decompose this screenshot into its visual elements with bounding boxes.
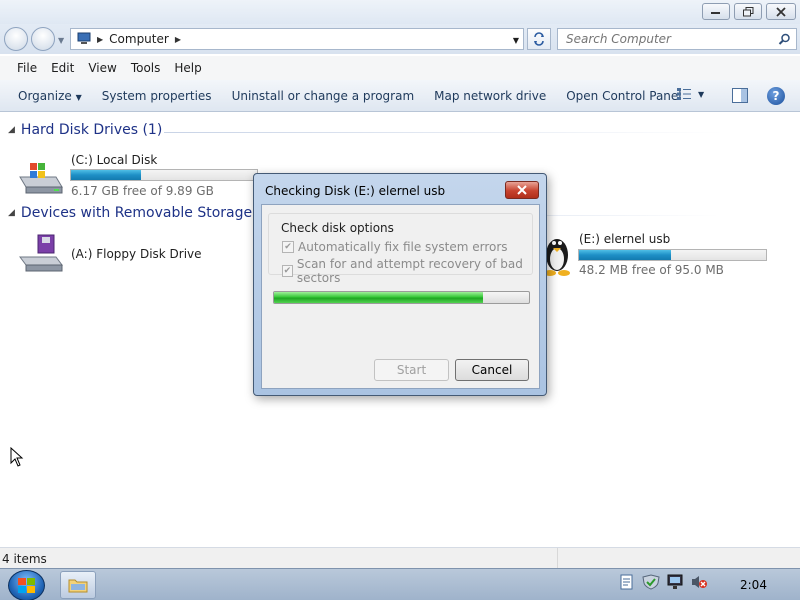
status-bar: 4 items bbox=[0, 547, 800, 569]
window-title-bar bbox=[0, 0, 800, 24]
restore-icon bbox=[742, 6, 753, 16]
network-icon[interactable] bbox=[666, 573, 684, 591]
checkbox[interactable]: ✔ bbox=[282, 241, 294, 253]
map-network-drive-button[interactable]: Map network drive bbox=[424, 89, 556, 103]
dialog-title: Checking Disk (E:) elernel usb bbox=[265, 184, 446, 198]
address-dropdown-icon[interactable]: ▼ bbox=[513, 36, 519, 45]
start-button[interactable] bbox=[8, 570, 45, 600]
change-view-button[interactable]: ▼ bbox=[676, 87, 704, 101]
group-title: Devices with Removable Storage (3) bbox=[20, 205, 277, 221]
minimize-button[interactable] bbox=[702, 3, 730, 20]
notes-icon[interactable] bbox=[618, 573, 636, 591]
navigation-bar: ▼ ▶ Computer ▶ ▼ bbox=[0, 24, 800, 54]
menu-tools[interactable]: Tools bbox=[124, 59, 168, 77]
address-bar[interactable]: ▶ Computer ▶ ▼ bbox=[70, 28, 524, 50]
system-properties-button[interactable]: System properties bbox=[92, 89, 222, 103]
computer-icon bbox=[77, 32, 91, 44]
close-window-button[interactable] bbox=[766, 3, 796, 20]
back-button[interactable] bbox=[4, 27, 28, 51]
item-count: 4 items bbox=[2, 552, 47, 566]
option-scan-sectors[interactable]: ✔ Scan for and attempt recovery of bad s… bbox=[282, 257, 539, 285]
group-title: Hard Disk Drives (1) bbox=[20, 122, 163, 138]
options-group-title: Check disk options bbox=[281, 221, 394, 235]
drive-usage-fill bbox=[579, 250, 672, 260]
organize-label: Organize bbox=[18, 88, 72, 103]
group-header-hard-disks[interactable]: ◢ Hard Disk Drives (1) bbox=[8, 122, 162, 138]
progress-bar bbox=[273, 291, 530, 304]
windows-logo-icon bbox=[17, 577, 35, 593]
drive-name: (A:) Floppy Disk Drive bbox=[71, 247, 202, 261]
drive-free-space: 6.17 GB free of 9.89 GB bbox=[71, 184, 214, 198]
status-divider bbox=[557, 548, 558, 569]
cancel-button[interactable]: Cancel bbox=[455, 359, 529, 381]
taskbar-explorer-button[interactable] bbox=[60, 571, 96, 599]
breadcrumb-separator[interactable]: ▶ bbox=[97, 35, 103, 44]
forward-button[interactable] bbox=[31, 27, 55, 51]
menu-edit[interactable]: Edit bbox=[44, 59, 81, 77]
breadcrumb-item[interactable]: Computer bbox=[109, 32, 169, 46]
clock[interactable]: 2:04 bbox=[740, 578, 767, 592]
group-header-removable[interactable]: ◢ Devices with Removable Storage (3) bbox=[8, 205, 276, 221]
maximize-button[interactable] bbox=[734, 3, 762, 20]
drive-name: (C:) Local Disk bbox=[71, 153, 158, 167]
refresh-icon bbox=[534, 32, 544, 46]
help-icon[interactable]: ? bbox=[767, 87, 785, 105]
drive-free-space: 48.2 MB free of 95.0 MB bbox=[579, 263, 724, 277]
folder-icon bbox=[68, 579, 88, 593]
hard-disk-icon bbox=[19, 163, 63, 194]
command-bar: Organize ▼ System properties Uninstall o… bbox=[0, 80, 800, 112]
option-label: Scan for and attempt recovery of bad sec… bbox=[296, 257, 523, 285]
progress-fill bbox=[274, 292, 484, 303]
breadcrumb-separator[interactable]: ▶ bbox=[175, 35, 181, 44]
floppy-drive-icon bbox=[19, 234, 63, 272]
recent-pages-icon[interactable]: ▼ bbox=[58, 36, 64, 45]
menu-help[interactable]: Help bbox=[167, 59, 208, 77]
group-divider bbox=[164, 132, 724, 133]
menu-bar: File Edit View Tools Help bbox=[0, 56, 800, 80]
drive-usage-fill bbox=[71, 170, 141, 180]
minimize-icon bbox=[711, 11, 720, 14]
drive-c[interactable]: (C:) Local Disk 6.17 GB free of 9.89 GB bbox=[14, 153, 264, 203]
search-input[interactable] bbox=[566, 32, 766, 46]
search-box[interactable] bbox=[557, 28, 797, 50]
system-tray bbox=[618, 573, 708, 591]
option-label: Automatically fix file system errors bbox=[298, 240, 508, 254]
preview-pane-icon[interactable] bbox=[732, 88, 748, 103]
collapse-icon: ◢ bbox=[8, 125, 15, 135]
collapse-icon: ◢ bbox=[8, 208, 15, 218]
start-button[interactable]: Start bbox=[374, 359, 449, 381]
drive-usage-bar bbox=[578, 249, 767, 261]
check-disk-dialog: Checking Disk (E:) elernel usb Check dis… bbox=[253, 173, 547, 396]
volume-muted-icon[interactable] bbox=[690, 573, 708, 591]
taskbar: 2:04 bbox=[0, 568, 800, 600]
dialog-body: Check disk options ✔ Automatically fix f… bbox=[261, 204, 540, 389]
action-center-icon[interactable] bbox=[642, 573, 660, 591]
close-icon bbox=[517, 185, 527, 195]
organize-button[interactable]: Organize ▼ bbox=[8, 89, 92, 103]
view-details-icon bbox=[677, 88, 691, 100]
menu-file[interactable]: File bbox=[10, 59, 44, 77]
uninstall-program-button[interactable]: Uninstall or change a program bbox=[222, 89, 425, 103]
drive-a[interactable]: (A:) Floppy Disk Drive bbox=[14, 233, 234, 277]
dialog-close-button[interactable] bbox=[505, 181, 539, 199]
chevron-down-icon: ▼ bbox=[698, 89, 705, 99]
option-fix-errors[interactable]: ✔ Automatically fix file system errors bbox=[282, 240, 508, 254]
chevron-down-icon: ▼ bbox=[75, 92, 82, 102]
drive-name: (E:) elernel usb bbox=[579, 232, 671, 246]
menu-view[interactable]: View bbox=[81, 59, 123, 77]
search-icon[interactable] bbox=[778, 33, 791, 46]
refresh-button[interactable] bbox=[527, 28, 551, 50]
drive-usage-bar bbox=[70, 169, 258, 181]
close-icon bbox=[776, 6, 786, 17]
mouse-cursor-icon bbox=[10, 447, 24, 467]
checkbox[interactable]: ✔ bbox=[282, 265, 293, 277]
open-control-panel-button[interactable]: Open Control Panel bbox=[556, 89, 691, 103]
drive-e[interactable]: (E:) elernel usb 48.2 MB free of 95.0 MB bbox=[540, 229, 780, 283]
